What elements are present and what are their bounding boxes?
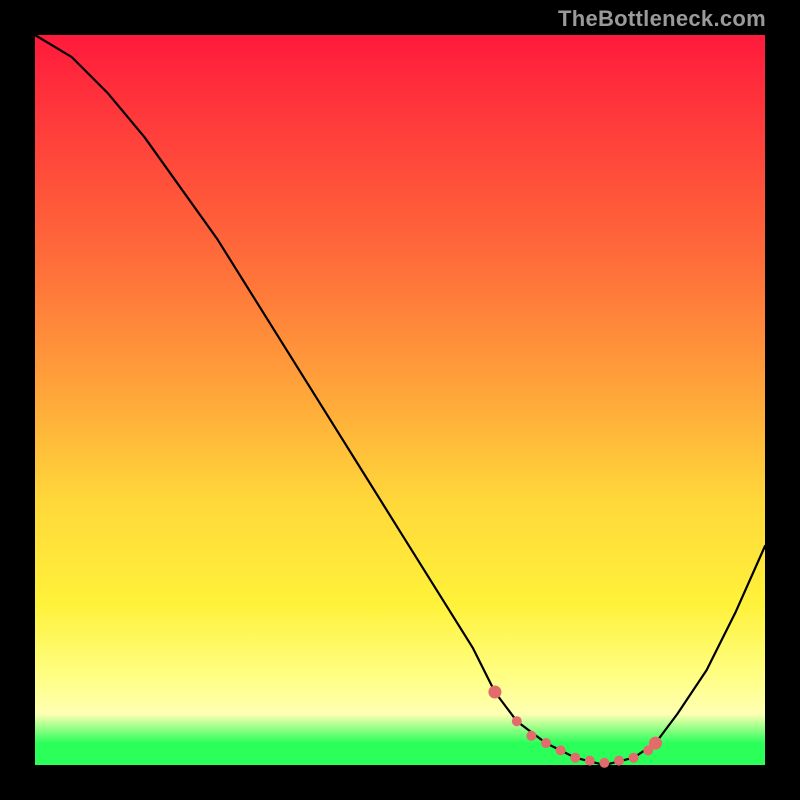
trough-dots	[35, 35, 765, 765]
plot-area	[35, 35, 765, 765]
chart-stage: TheBottleneck.com	[0, 0, 800, 800]
watermark-text: TheBottleneck.com	[558, 6, 766, 32]
